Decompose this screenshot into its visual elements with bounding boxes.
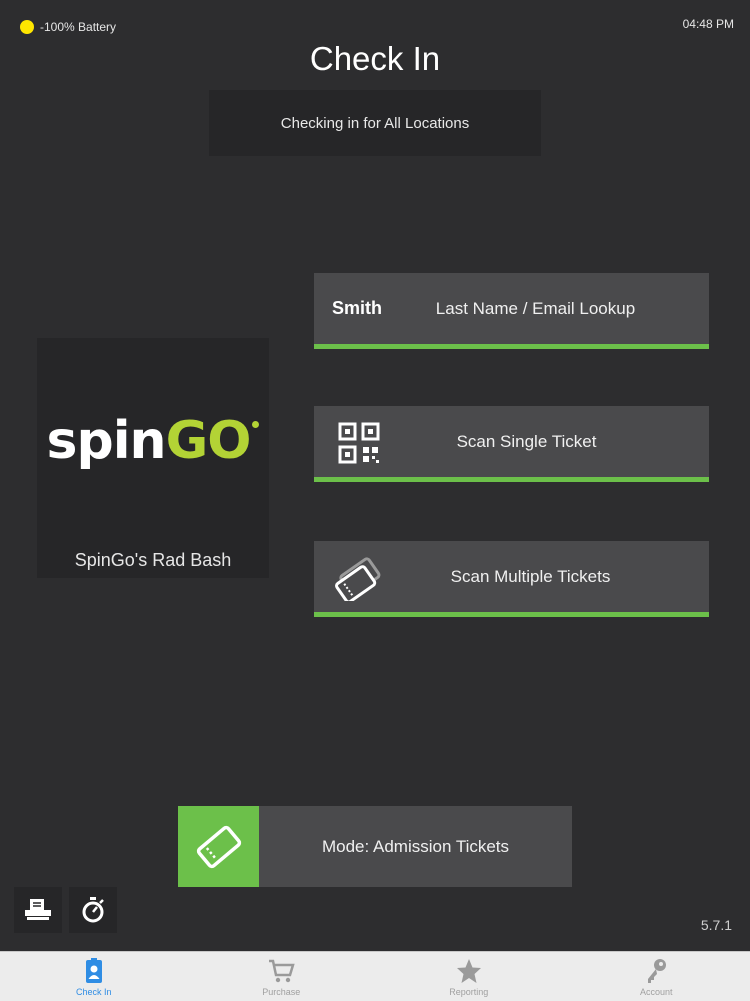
logo-dot-icon [252,421,259,428]
battery-indicator-icon [20,20,34,34]
timer-button[interactable] [69,887,117,933]
badge-icon [80,957,108,985]
location-banner[interactable]: Checking in for All Locations [209,90,541,156]
scan-multiple-tickets-label: Scan Multiple Tickets [314,541,709,612]
battery-status: -100% Battery [40,20,116,34]
logo-text-spin: spin [47,411,166,471]
star-icon [455,957,483,985]
event-logo: spinGO [37,338,269,543]
tab-label: Reporting [449,987,488,997]
tab-label: Purchase [262,987,300,997]
tab-account[interactable]: Account [563,952,750,1001]
page-title: Check In [0,40,750,78]
event-name: SpinGo's Rad Bash [37,550,269,571]
key-icon [642,957,670,985]
scan-multiple-tickets-button[interactable]: Scan Multiple Tickets [314,541,709,617]
printer-button[interactable] [14,887,62,933]
tab-bar: Check In Purchase Reporting Account [0,951,750,1001]
mode-label: Mode: Admission Tickets [259,806,572,887]
tab-reporting[interactable]: Reporting [375,952,563,1001]
lookup-button-label: Last Name / Email Lookup [314,273,709,344]
clock: 04:48 PM [683,17,734,31]
lookup-button[interactable]: Smith Last Name / Email Lookup [314,273,709,349]
scan-single-ticket-button[interactable]: Scan Single Ticket [314,406,709,482]
mode-icon-box [178,806,259,887]
ticket-icon [194,822,244,872]
tab-label: Account [640,987,673,997]
status-bar: -100% Battery 04:48 PM [0,0,750,44]
cart-icon [267,957,295,985]
tab-label: Check In [76,987,112,997]
printer-icon [24,898,52,922]
mode-button[interactable]: Mode: Admission Tickets [178,806,572,887]
scan-single-ticket-label: Scan Single Ticket [314,406,709,477]
stopwatch-icon [80,897,106,923]
tab-check-in[interactable]: Check In [0,952,188,1001]
logo-text-go: GO [166,411,251,471]
event-card: spinGO SpinGo's Rad Bash [37,338,269,578]
tab-purchase[interactable]: Purchase [188,952,376,1001]
app-version: 5.7.1 [701,917,732,933]
